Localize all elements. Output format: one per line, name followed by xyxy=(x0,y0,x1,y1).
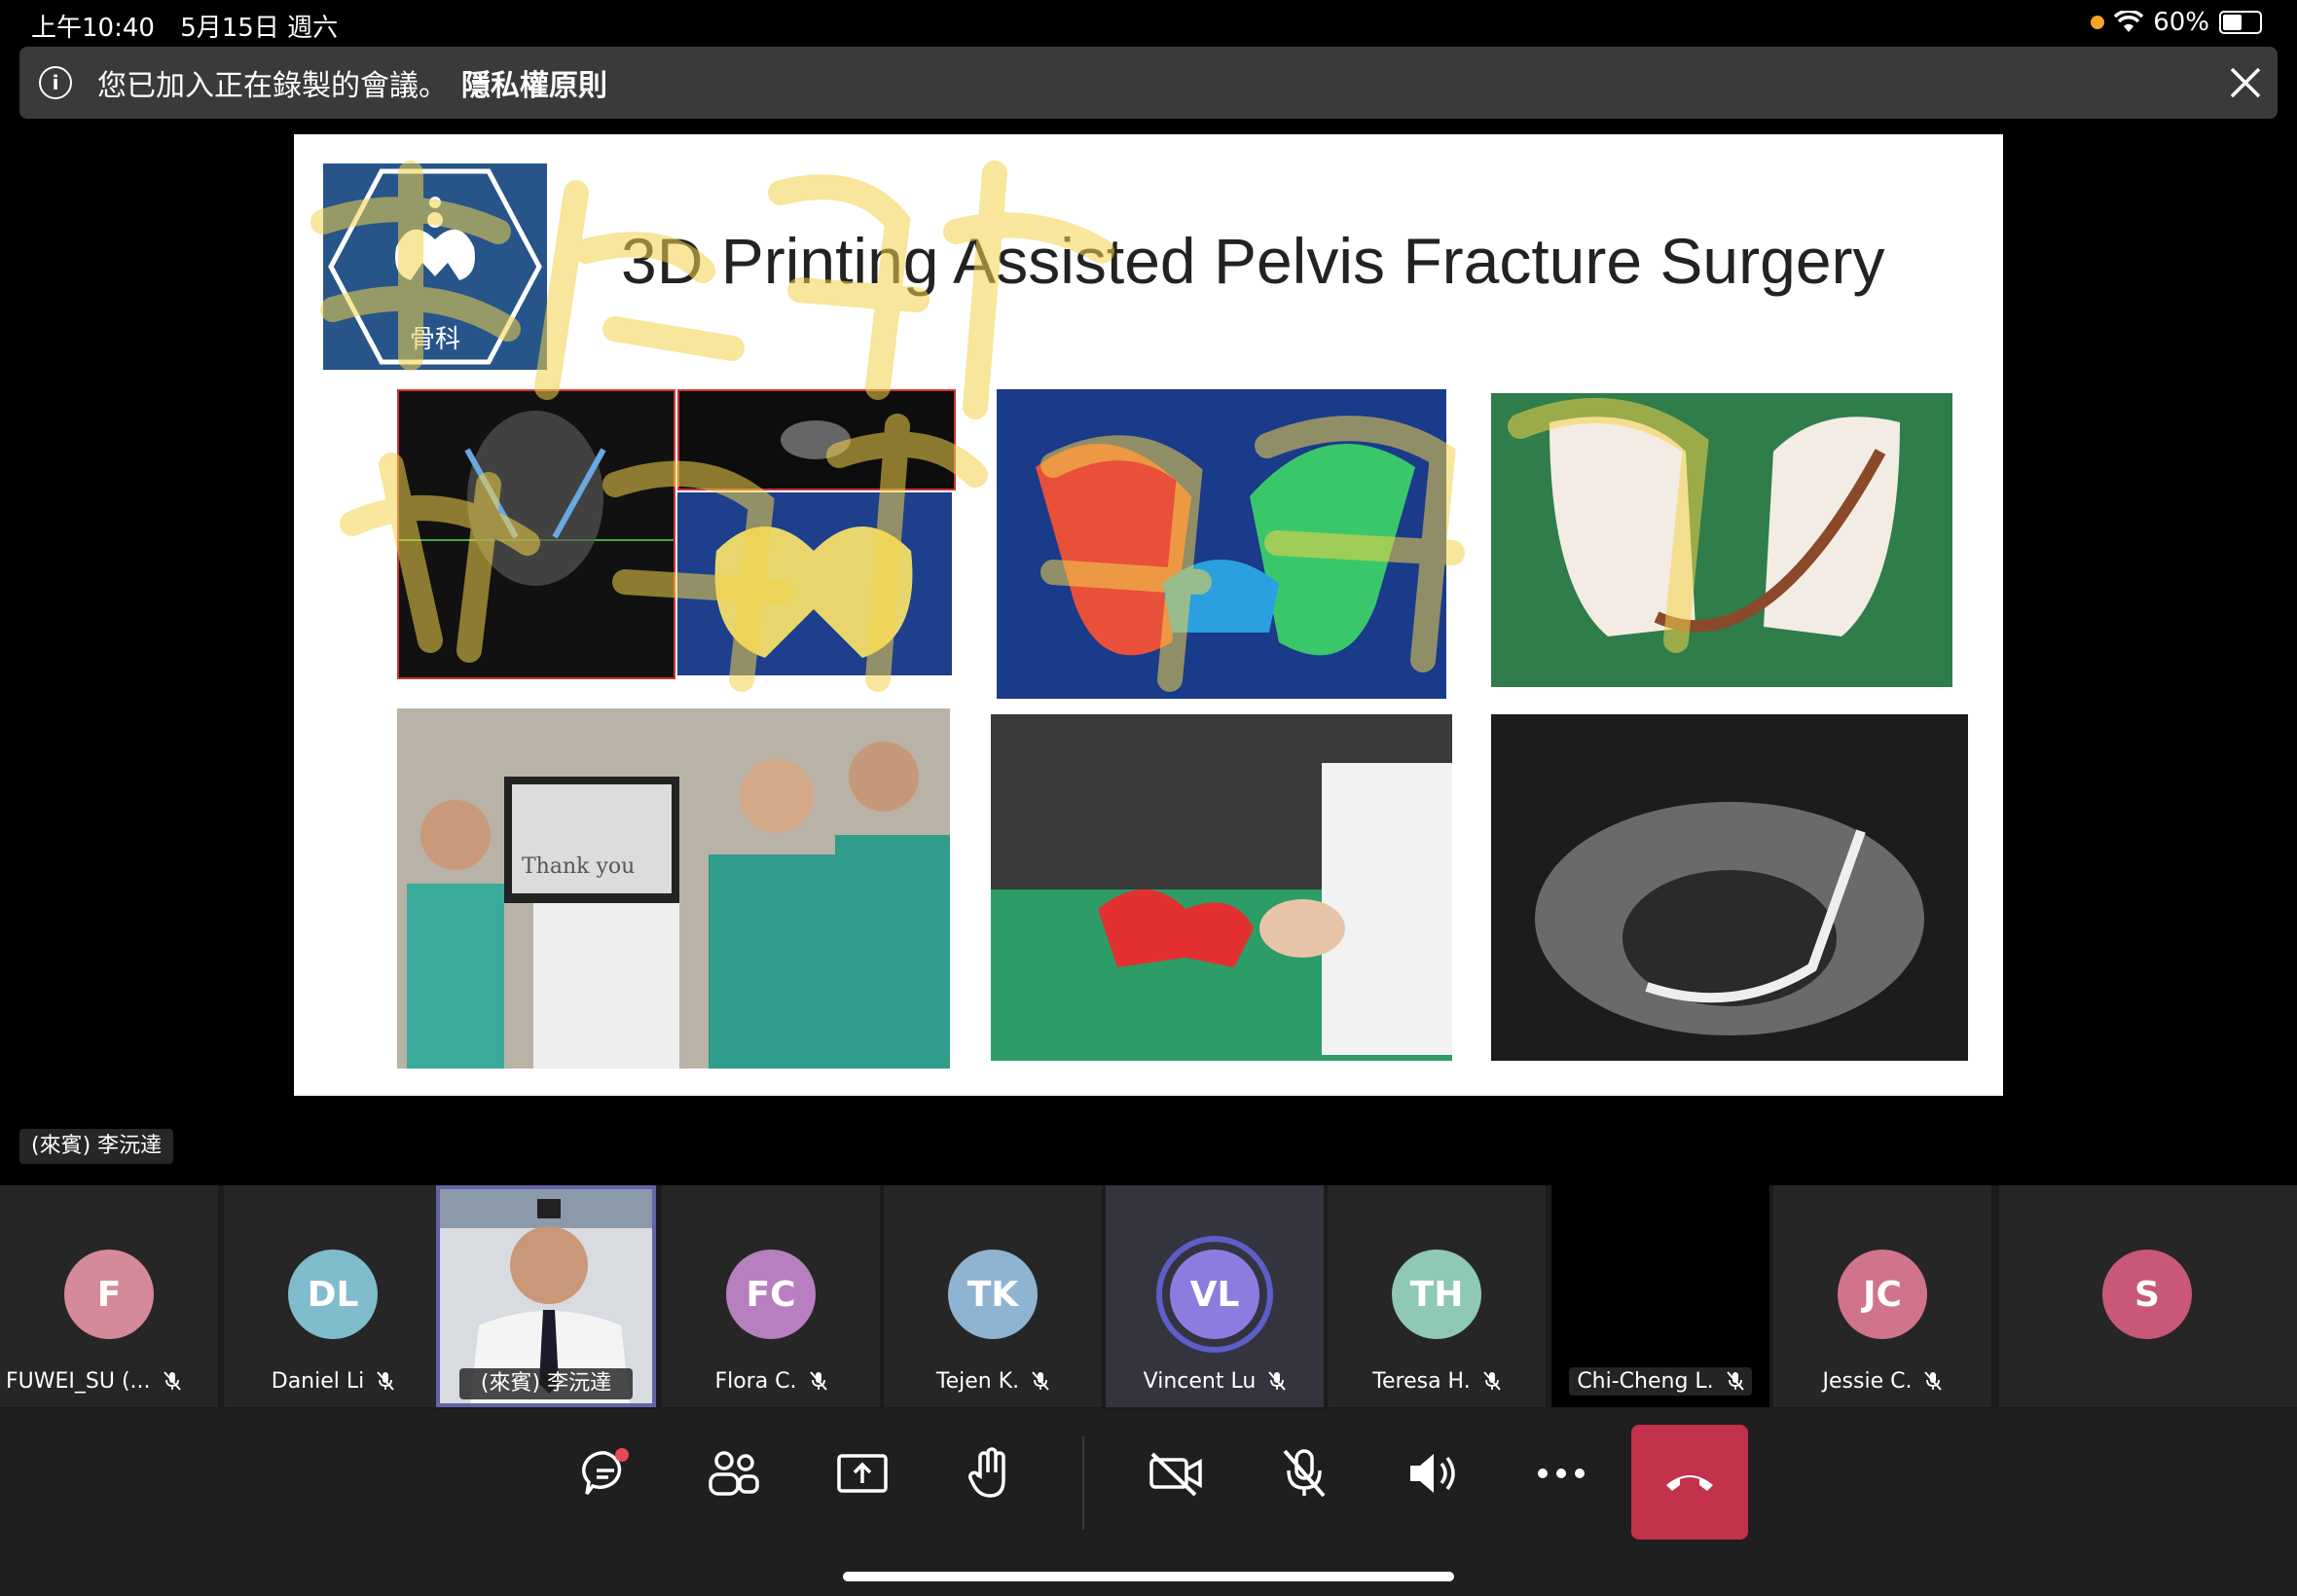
participant-avatar: FC xyxy=(726,1250,816,1339)
participant-tile[interactable]: TK Tejen K. xyxy=(884,1185,1102,1407)
participant-tile[interactable]: Chi-Cheng L. xyxy=(1551,1185,1769,1407)
mic-off-icon xyxy=(1924,1371,1943,1391)
participants-button[interactable] xyxy=(681,1421,786,1526)
battery-icon xyxy=(2219,11,2262,34)
participant-tile[interactable]: FC Flora C. xyxy=(662,1185,880,1407)
wifi-icon xyxy=(2114,11,2144,32)
share-icon xyxy=(837,1454,888,1493)
model-planning-photo xyxy=(991,714,1452,1061)
ct-scan-image xyxy=(397,389,675,679)
thank-you-screen-text: Thank you xyxy=(522,854,636,879)
camera-toggle-button[interactable] xyxy=(1123,1421,1228,1526)
participant-avatar: DL xyxy=(288,1250,378,1339)
active-speaker-label: (來賓) 李沅達 xyxy=(19,1129,174,1164)
chat-icon xyxy=(582,1448,629,1496)
mic-off-icon xyxy=(1283,1449,1326,1498)
camera-off-icon xyxy=(1149,1452,1202,1497)
mic-off-icon xyxy=(163,1371,181,1391)
participant-name: Flora C. xyxy=(714,1369,797,1394)
participant-tile[interactable]: F FUWEI_SU (... xyxy=(0,1185,218,1407)
participant-avatar: F xyxy=(64,1250,154,1339)
info-icon: i xyxy=(39,66,72,99)
status-date: 5月15日 週六 xyxy=(180,14,339,43)
mic-off-icon xyxy=(1032,1371,1049,1391)
mic-off-icon xyxy=(1268,1371,1287,1391)
hang-up-icon xyxy=(1666,1475,1713,1491)
participant-avatar: TK xyxy=(948,1250,1038,1339)
participant-tile[interactable]: TH Teresa H. xyxy=(1328,1185,1546,1407)
more-icon xyxy=(1538,1469,1585,1478)
speaker-icon xyxy=(1410,1454,1455,1493)
participant-tile-speaking[interactable]: VL Vincent Lu xyxy=(1106,1185,1324,1407)
ct-axial-image xyxy=(677,389,956,490)
more-options-button[interactable] xyxy=(1509,1421,1614,1526)
chat-button[interactable] xyxy=(553,1421,658,1526)
status-bar: 上午10:40 5月15日 週六 60% xyxy=(0,0,2297,45)
postoperative-xray-image xyxy=(1491,714,1968,1061)
hang-up-button[interactable] xyxy=(1631,1425,1748,1540)
share-screen-button[interactable] xyxy=(810,1421,915,1526)
battery-percent: 60% xyxy=(2153,8,2209,37)
shared-slide: 骨科 3D Printing Assisted Pelvis Fracture … xyxy=(294,134,2003,1096)
participant-tile[interactable]: S xyxy=(1999,1185,2297,1407)
participant-video-tile[interactable]: (來賓) 李沅達 xyxy=(436,1185,656,1407)
logo-caption: 骨科 xyxy=(409,325,460,354)
mic-off-icon xyxy=(1726,1371,1744,1391)
mic-off-icon xyxy=(809,1371,827,1391)
mic-off-icon xyxy=(377,1371,394,1391)
participant-avatar: TH xyxy=(1392,1250,1481,1339)
slide-title: 3D Printing Assisted Pelvis Fracture Sur… xyxy=(621,225,1885,297)
close-icon[interactable] xyxy=(2227,64,2264,101)
participant-avatar: VL xyxy=(1170,1250,1259,1339)
orthopedics-logo: 骨科 xyxy=(323,163,547,370)
recording-indicator-dot xyxy=(2091,16,2105,29)
speaker-button[interactable] xyxy=(1380,1421,1485,1526)
participant-name: Chi-Cheng L. xyxy=(1577,1369,1714,1394)
privacy-policy-link[interactable]: 隱私權原則 xyxy=(461,61,607,104)
status-time: 上午10:40 xyxy=(31,14,155,43)
printed-pelvis-with-plate-image xyxy=(1491,393,1952,687)
raise-hand-button[interactable] xyxy=(938,1421,1043,1526)
participant-name: Tejen K. xyxy=(935,1369,1020,1394)
participant-avatar: S xyxy=(2102,1250,2192,1339)
call-toolbar xyxy=(0,1409,2297,1596)
participant-tile[interactable]: JC Jessie C. xyxy=(1773,1185,1991,1407)
participant-name: Daniel Li xyxy=(271,1369,365,1394)
participant-tile[interactable]: DL Daniel Li xyxy=(224,1185,442,1407)
participant-name: Teresa H. xyxy=(1372,1369,1471,1394)
raise-hand-icon xyxy=(968,1447,1005,1498)
surgical-team-photo: Thank you xyxy=(397,708,950,1069)
participant-name: FUWEI_SU (... xyxy=(6,1369,151,1394)
home-indicator[interactable] xyxy=(843,1572,1454,1581)
participant-name: Vincent Lu xyxy=(1143,1369,1257,1394)
participant-avatar: JC xyxy=(1838,1250,1927,1339)
banner-message: 您已加入正在錄製的會議。 xyxy=(97,69,448,103)
participant-name: (來賓) 李沅達 xyxy=(459,1368,633,1399)
participant-strip: F FUWEI_SU (... DL Daniel Li (來賓) 李沅達 FC… xyxy=(0,1185,2297,1409)
pelvis-3d-reconstruction-image xyxy=(677,492,952,675)
mic-toggle-button[interactable] xyxy=(1252,1421,1357,1526)
colored-3d-pelvis-model-image xyxy=(997,389,1446,699)
toolbar-divider xyxy=(1082,1436,1084,1530)
mic-off-icon xyxy=(1482,1371,1501,1391)
participants-icon xyxy=(709,1451,759,1496)
participant-name: Jessie C. xyxy=(1822,1369,1913,1394)
recording-banner: i 您已加入正在錄製的會議。 隱私權原則 xyxy=(19,47,2278,119)
